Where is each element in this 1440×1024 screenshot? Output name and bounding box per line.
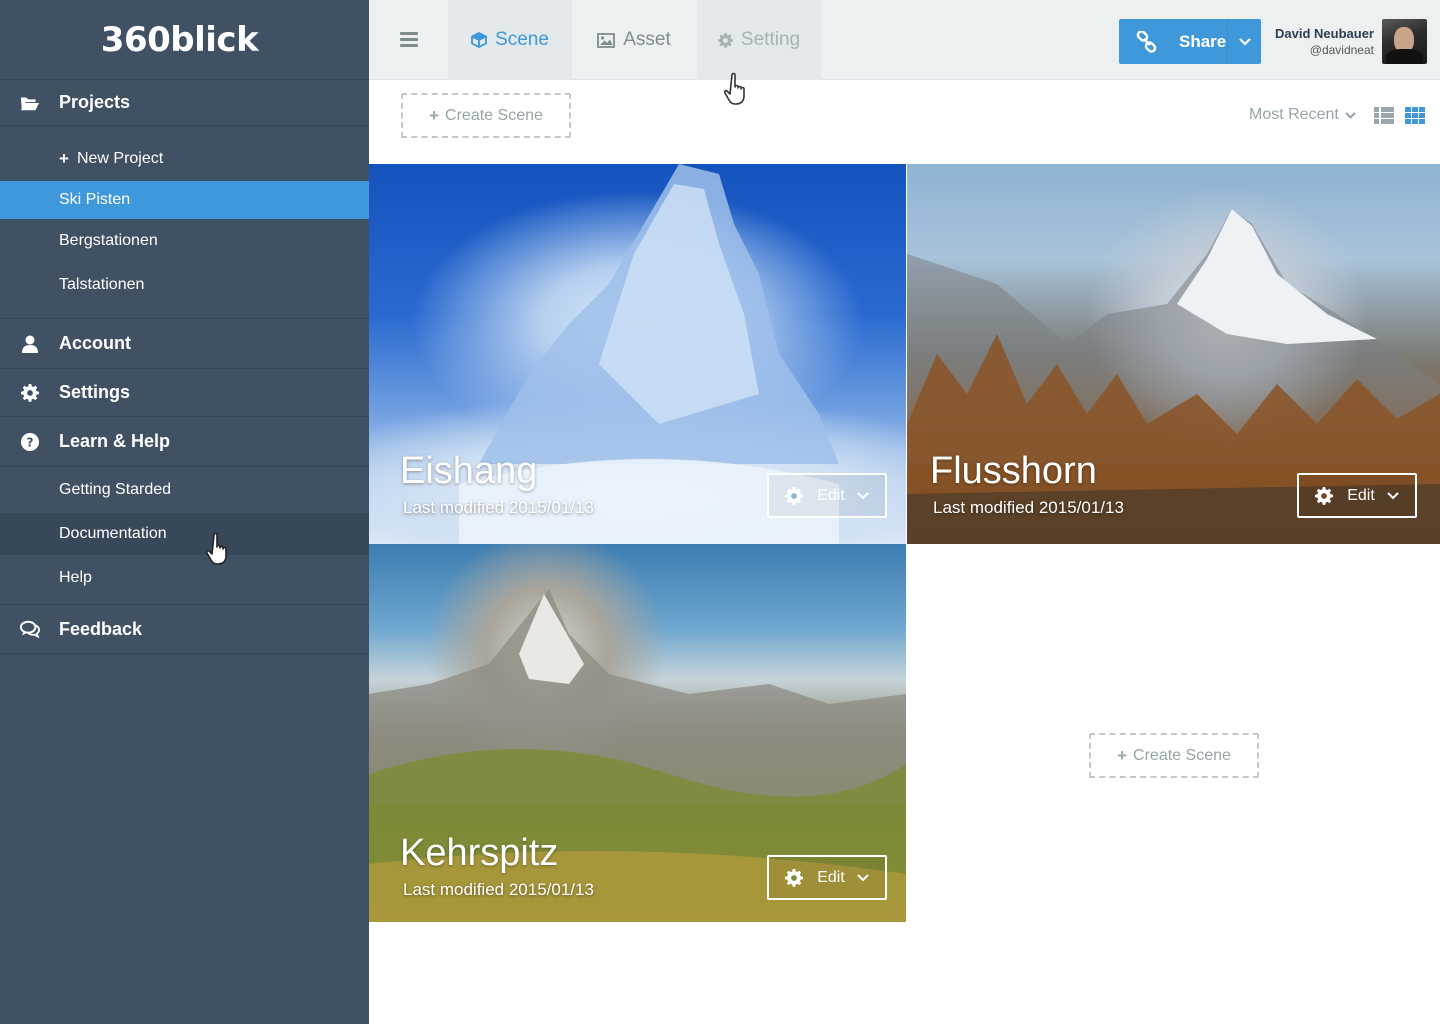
sidebar-item-talstationen[interactable]: Talstationen — [0, 263, 369, 307]
projects-list: + New Project Ski Pisten Bergstationen T… — [0, 126, 369, 319]
image-icon — [597, 32, 616, 48]
edit-button[interactable]: Edit — [767, 855, 887, 900]
list-view-icon[interactable] — [1374, 107, 1394, 124]
scene-title: Flusshorn — [930, 450, 1097, 492]
sidebar-item-bergstationen[interactable]: Bergstationen — [0, 219, 369, 263]
link-icon — [1127, 30, 1167, 53]
sidebar-section-settings[interactable]: Settings — [0, 369, 369, 417]
sidebar-item-getting-started[interactable]: Getting Starded — [0, 467, 369, 513]
plus-icon: + — [59, 149, 69, 168]
comments-icon — [20, 619, 40, 639]
edit-button[interactable]: Edit — [1297, 473, 1417, 518]
user-name: David Neubauer — [1275, 26, 1374, 41]
edit-label: Edit — [817, 868, 845, 886]
sidebar-section-projects[interactable]: Projects — [0, 80, 369, 126]
share-button[interactable]: Share — [1119, 19, 1261, 64]
scene-modified: Last modified 2015/01/13 — [933, 498, 1124, 517]
sort-dropdown[interactable]: Most Recent — [1249, 106, 1356, 124]
gear-icon — [1315, 486, 1334, 505]
avatar[interactable] — [1382, 19, 1427, 64]
new-project-link[interactable]: + New Project — [0, 137, 369, 181]
sidebar-section-learn-help[interactable]: ? Learn & Help — [0, 417, 369, 467]
nav-item-label: Bergstationen — [59, 232, 158, 249]
nav-item-label: Talstationen — [59, 276, 145, 293]
scene-title: Eishang — [400, 450, 538, 492]
edit-label: Edit — [1347, 486, 1375, 504]
scene-card-eishang[interactable]: Eishang Last modified 2015/01/13 Edit — [369, 164, 906, 544]
plus-icon: + — [1117, 745, 1128, 765]
scene-card-kehrspitz[interactable]: Kehrspitz Last modified 2015/01/13 Edit — [369, 544, 906, 922]
app-logo[interactable]: 360blick — [0, 0, 369, 80]
gear-icon — [20, 383, 40, 403]
grid-view-icon[interactable] — [1405, 107, 1425, 124]
share-label: Share — [1179, 31, 1227, 51]
question-circle-icon: ? — [20, 432, 40, 452]
sidebar-section-label: Settings — [59, 382, 131, 402]
create-scene-placeholder-button[interactable]: + Create Scene — [1089, 733, 1259, 778]
gear-icon — [785, 868, 804, 887]
sidebar-section-feedback[interactable]: Feedback — [0, 605, 369, 654]
scene-title: Kehrspitz — [400, 832, 559, 874]
scene-modified: Last modified 2015/01/13 — [403, 498, 594, 517]
sidebar-section-label: Learn & Help — [59, 431, 171, 451]
chevron-down-icon — [1345, 106, 1356, 124]
gear-icon — [785, 486, 804, 505]
nav-item-label: New Project — [76, 150, 164, 167]
hand-pointer-icon — [724, 72, 745, 105]
nav-item-label: Getting Starded — [59, 481, 172, 498]
chevron-down-icon[interactable] — [1227, 19, 1261, 64]
sidebar: 360blick Projects + New Project Ski Pist… — [0, 0, 369, 1024]
tab-label: Setting — [740, 29, 801, 50]
user-icon — [20, 334, 40, 354]
plus-icon: + — [429, 105, 440, 125]
sidebar-item-documentation[interactable]: Documentation — [0, 513, 369, 555]
tab-label: Scene — [495, 29, 549, 50]
user-info[interactable]: David Neubauer @davidneat — [1275, 26, 1374, 57]
tab-asset[interactable]: Asset — [572, 0, 696, 80]
chevron-down-icon — [857, 491, 869, 500]
nav-item-label: Documentation — [59, 525, 167, 542]
sidebar-section-label: Account — [59, 333, 131, 353]
scene-card-flusshorn[interactable]: Flusshorn Last modified 2015/01/13 Edit — [907, 164, 1440, 544]
gear-icon — [717, 32, 733, 48]
hand-pointer-icon — [206, 532, 227, 565]
tab-setting[interactable]: Setting — [697, 0, 821, 80]
sidebar-section-label: Projects — [59, 92, 131, 112]
create-scene-label: Create Scene — [445, 106, 543, 124]
scene-modified: Last modified 2015/01/13 — [403, 880, 594, 899]
top-bar: Scene Asset Setting Share David Neubauer… — [369, 0, 1440, 80]
learn-list: Getting Starded Documentation Help — [0, 467, 369, 605]
create-scene-label: Create Scene — [1133, 746, 1231, 764]
cube-icon — [471, 32, 487, 48]
sidebar-section-account[interactable]: Account — [0, 319, 369, 369]
chevron-down-icon — [857, 873, 869, 882]
svg-text:?: ? — [27, 435, 34, 449]
tab-label: Asset — [623, 29, 671, 50]
folder-open-icon — [20, 93, 40, 113]
user-handle: @davidneat — [1309, 43, 1374, 57]
tab-scene[interactable]: Scene — [448, 0, 572, 80]
nav-item-label: Ski Pisten — [59, 191, 131, 208]
sidebar-item-ski-pisten[interactable]: Ski Pisten — [0, 181, 369, 219]
nav-item-label: Help — [59, 569, 92, 586]
sidebar-item-help[interactable]: Help — [0, 555, 369, 601]
edit-label: Edit — [817, 486, 845, 504]
create-scene-button[interactable]: + Create Scene — [401, 93, 571, 138]
sort-label: Most Recent — [1249, 106, 1339, 123]
sidebar-section-label: Feedback — [59, 618, 143, 639]
hamburger-menu-icon[interactable] — [400, 32, 418, 47]
edit-button[interactable]: Edit — [767, 473, 887, 518]
chevron-down-icon — [1387, 491, 1399, 500]
